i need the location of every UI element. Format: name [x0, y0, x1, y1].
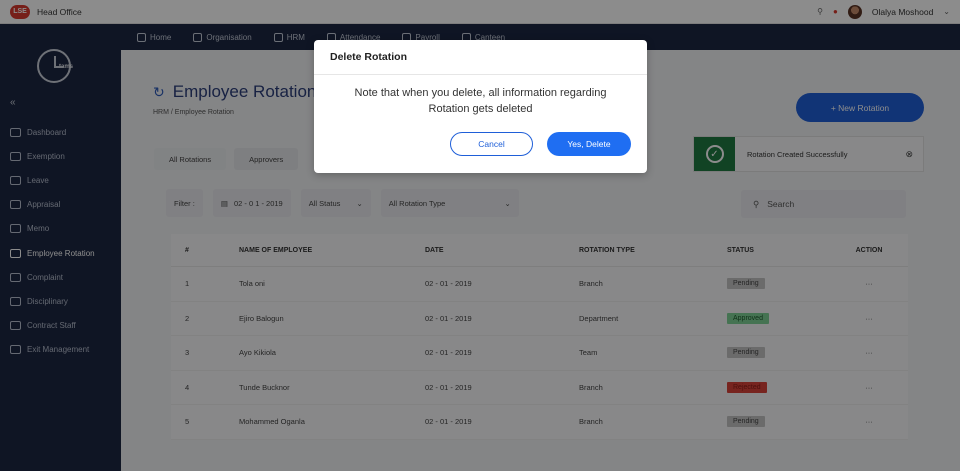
- dialog-message: Note that when you delete, all informati…: [314, 75, 647, 117]
- delete-rotation-dialog: Delete Rotation Note that when you delet…: [314, 40, 647, 173]
- dialog-title: Delete Rotation: [314, 40, 647, 75]
- dialog-message-line: Note that when you delete, all informati…: [354, 87, 607, 99]
- confirm-delete-button[interactable]: Yes, Delete: [547, 132, 631, 156]
- dialog-message-line: Rotation gets deleted: [428, 103, 533, 115]
- cancel-button[interactable]: Cancel: [450, 132, 533, 156]
